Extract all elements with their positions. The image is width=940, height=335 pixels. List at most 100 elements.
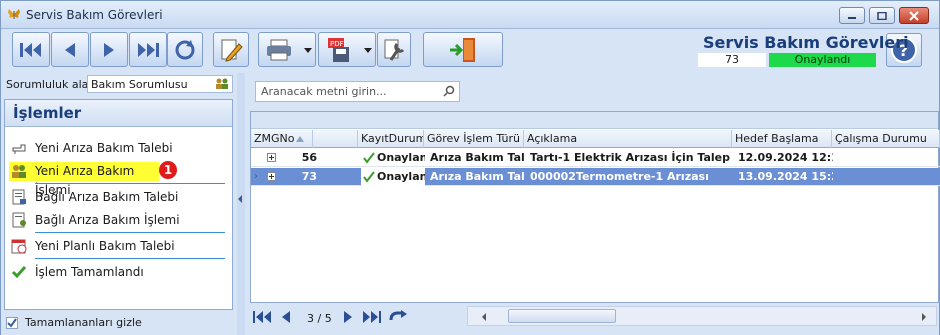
- next-record-button[interactable]: [90, 32, 128, 67]
- pager-next-button[interactable]: [342, 310, 354, 327]
- ops-item-complete[interactable]: İşlem Tamamlandı: [9, 263, 225, 282]
- title-bar: Servis Bakım Görevleri: [1, 1, 939, 29]
- wrench-icon: [384, 39, 405, 61]
- maximize-button[interactable]: [869, 7, 895, 24]
- divider: [35, 183, 225, 184]
- expand-row-button[interactable]: [267, 153, 276, 162]
- pager-first-button[interactable]: [253, 310, 273, 327]
- minimize-button[interactable]: [839, 7, 865, 24]
- print-dropdown-arrow[interactable]: [304, 48, 312, 53]
- ops-item-linked-fault-operation[interactable]: Bağlı Arıza Bakım İşlemi: [9, 211, 225, 230]
- last-page-icon: [363, 311, 381, 323]
- cell-work-status: [835, 168, 935, 186]
- pager-position: 3 / 5: [307, 312, 332, 325]
- prev-page-icon: [282, 311, 290, 323]
- first-icon: [20, 42, 41, 57]
- pdf-save-icon: PDF: [328, 37, 349, 62]
- ops-item-label: İşlem Tamamlandı: [35, 265, 144, 279]
- horizontal-scrollbar[interactable]: [467, 306, 937, 326]
- cell-status: Onaylan: [361, 168, 425, 186]
- column-header-target-start[interactable]: Hedef Başlama: [732, 130, 832, 148]
- cell-description: 000002Termometre-1 Arızası: [530, 170, 709, 183]
- svg-text:PDF: PDF: [330, 40, 344, 48]
- search-icon[interactable]: [443, 85, 455, 100]
- refresh-button[interactable]: [167, 32, 203, 67]
- ops-item-new-planned-request[interactable]: Yeni Planlı Bakım Talebi: [9, 237, 225, 256]
- people-icon: [11, 163, 27, 185]
- operations-panel: İşlemler Yeni Arıza Bakım Talebi Yeni Ar…: [4, 99, 233, 310]
- close-button[interactable]: [899, 7, 929, 24]
- cell-description: Tartı-1 Elektrik Arızası İçin Talep: [530, 151, 731, 164]
- grid-header: ZMGNo KayıtDurumu Görev İşlem Türü Açıkl…: [251, 130, 940, 148]
- exit-button[interactable]: [423, 32, 503, 67]
- cell-target-start: 13.09.2024 15:20: [738, 170, 833, 183]
- pager-prev-button[interactable]: [280, 310, 292, 327]
- check-icon: [11, 264, 27, 286]
- ops-item-label: Bağlı Arıza Bakım Talebi: [35, 190, 179, 204]
- hide-completed-label: Tamamlananları gizle: [25, 316, 142, 329]
- column-header-task-type[interactable]: Görev İşlem Türü: [424, 130, 524, 148]
- right-panel: Aranacak metni girin... ZMGNo KayıtDurum…: [245, 73, 940, 335]
- document-link-icon: [11, 189, 27, 211]
- search-input[interactable]: Aranacak metni girin...: [255, 81, 460, 102]
- responsibility-value: Bakım Sorumlusu: [91, 78, 188, 91]
- prev-icon: [65, 42, 75, 57]
- collapse-left-icon[interactable]: [238, 195, 242, 203]
- settings-button[interactable]: [377, 32, 411, 67]
- exit-door-icon: [450, 37, 475, 62]
- check-icon: [363, 152, 375, 164]
- table-row-selected[interactable]: › 73 Onaylan Arıza Bakım Tale 000002Term…: [251, 168, 940, 186]
- scroll-right-icon[interactable]: [922, 313, 926, 321]
- table-row[interactable]: 56 Onaylan Arıza Bakım Tale Tartı-1 Elek…: [251, 149, 940, 167]
- panel-splitter[interactable]: [237, 73, 245, 335]
- operations-title: İşlemler: [5, 100, 232, 127]
- export-pdf-button[interactable]: PDF: [318, 32, 376, 67]
- scroll-left-icon[interactable]: [482, 313, 486, 321]
- column-header-zmgno[interactable]: ZMGNo: [251, 130, 313, 148]
- record-status-badge: Onaylandı: [769, 53, 876, 67]
- edit-icon: [221, 39, 243, 62]
- cell-task-type: Arıza Bakım Tale: [430, 151, 525, 164]
- prev-record-button[interactable]: [51, 32, 89, 67]
- cell-zmgno: 73: [301, 170, 317, 183]
- cell-zmgno: 56: [301, 151, 317, 164]
- left-panel: Sorumluluk alanı Bakım Sorumlusu İşlemle…: [1, 73, 237, 335]
- column-header-status[interactable]: KayıtDurumu: [358, 130, 424, 148]
- responsibility-field[interactable]: Bakım Sorumlusu: [87, 75, 233, 93]
- column-header-description[interactable]: Açıklama: [524, 130, 732, 148]
- step-badge: 1: [159, 161, 177, 179]
- ops-item-linked-fault-request[interactable]: Bağlı Arıza Bakım Talebi: [9, 188, 225, 207]
- last-record-button[interactable]: [129, 32, 167, 67]
- print-button[interactable]: [258, 32, 316, 67]
- ops-item-label: Yeni Planlı Bakım Talebi: [35, 239, 175, 253]
- next-icon: [104, 42, 114, 57]
- printer-icon: [267, 39, 291, 60]
- ops-item-new-fault-request[interactable]: Yeni Arıza Bakım Talebi: [9, 139, 225, 158]
- hide-completed-checkbox[interactable]: [6, 317, 18, 329]
- ops-item-label: Bağlı Arıza Bakım İşlemi: [35, 213, 180, 227]
- pager-refresh-button[interactable]: [388, 310, 408, 327]
- record-number: 73: [698, 53, 766, 67]
- ops-item-new-fault-operation[interactable]: Yeni Arıza Bakım İşlemi: [9, 162, 159, 197]
- group-by-bar[interactable]: [251, 112, 938, 129]
- edit-button[interactable]: [213, 32, 249, 67]
- ops-item-label: Yeni Arıza Bakım Talebi: [35, 141, 173, 155]
- scrollbar-thumb[interactable]: [508, 309, 616, 323]
- divider: [35, 258, 225, 259]
- expand-row-button[interactable]: [267, 172, 276, 181]
- search-placeholder: Aranacak metni girin...: [261, 85, 387, 98]
- column-header-blank[interactable]: [313, 130, 358, 148]
- first-record-button[interactable]: [12, 32, 50, 67]
- refresh-icon: [175, 39, 195, 59]
- document-people-icon: [11, 212, 27, 234]
- last-icon: [138, 42, 159, 57]
- hand-pointer-icon: [11, 140, 27, 162]
- check-icon: [363, 171, 375, 183]
- export-dropdown-arrow[interactable]: [364, 48, 372, 53]
- column-header-work-status[interactable]: Çalışma Durumu: [832, 130, 940, 148]
- pager-last-button[interactable]: [362, 310, 382, 327]
- person-lookup-icon[interactable]: [215, 78, 229, 93]
- current-row-indicator-icon: ›: [254, 171, 258, 182]
- main-window: Servis Bakım Görevleri PDF ? Servis Bakı…: [0, 0, 940, 335]
- divider: [35, 232, 225, 233]
